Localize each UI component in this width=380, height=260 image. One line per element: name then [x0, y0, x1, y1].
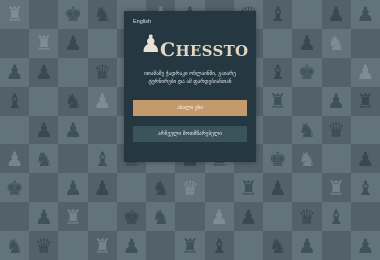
board-square — [263, 202, 293, 232]
board-square — [292, 0, 322, 29]
settings-button[interactable]: არჩეული მოთმწარებელი — [133, 126, 247, 142]
chessto-logo: ♟ CHESSTO — [140, 30, 248, 61]
board-square — [58, 231, 88, 260]
board-square — [263, 28, 293, 58]
board-square — [29, 173, 59, 203]
board-square: ♟ — [58, 28, 88, 58]
logo-initial: C — [160, 39, 176, 61]
pawn-icon: ♟ — [140, 30, 162, 58]
start-panel: English ♟ CHESSTO ითამაშე ჭადრაკი ონლაინ… — [124, 11, 256, 162]
board-square — [204, 173, 234, 203]
board-square: ♜ — [29, 28, 59, 58]
board-square — [175, 202, 205, 232]
board-square: ♚ — [116, 202, 147, 232]
board-square: ♞ — [87, 0, 117, 29]
board-square — [263, 115, 293, 145]
board-square: ♚ — [263, 144, 293, 174]
tagline: ითამაშე ჭადრაკი ონლაინში, გაიარე ტურნირე… — [144, 71, 236, 85]
logo-text: CHESSTO — [160, 39, 248, 61]
board-square: ♛ — [175, 173, 205, 203]
board-square — [292, 173, 322, 203]
board-square: ♜ — [263, 86, 293, 116]
board-square — [146, 231, 176, 260]
board-square — [116, 173, 147, 203]
board-square: ♟ — [87, 173, 117, 203]
board-square: ♟ — [321, 86, 351, 116]
board-square — [58, 144, 88, 174]
board-square: ♜ — [175, 231, 205, 260]
board-square — [350, 202, 380, 232]
board-square — [350, 28, 380, 58]
logo-rest: HESSTO — [175, 42, 249, 60]
board-square: ♝ — [321, 202, 351, 232]
board-square — [321, 57, 351, 87]
board-square: ♞ — [263, 231, 293, 260]
board-square: ♟ — [116, 231, 147, 260]
board-square: ♝ — [204, 231, 234, 260]
board-square: ♟ — [350, 0, 380, 29]
board-square: ♟ — [204, 202, 234, 232]
board-square: ♛ — [29, 231, 59, 260]
board-square: ♚ — [292, 57, 322, 87]
board-square: ♟ — [58, 115, 88, 145]
board-square: ♟ — [233, 202, 264, 232]
board-square — [58, 57, 88, 87]
board-square: ♞ — [58, 86, 88, 116]
board-square: ♜ — [0, 0, 30, 29]
new-game-button[interactable]: ახალი ეხი — [133, 100, 247, 116]
board-square — [0, 115, 30, 145]
board-square: ♟ — [263, 173, 293, 203]
language-selector[interactable]: English — [133, 19, 151, 25]
board-square: ♞ — [146, 202, 176, 232]
board-square: ♞ — [146, 173, 176, 203]
board-square: ♟ — [0, 57, 30, 87]
board-square: ♟ — [29, 57, 59, 87]
board-square: ♟ — [321, 0, 351, 29]
board-square: ♜ — [233, 173, 264, 203]
board-square: ♟ — [350, 144, 380, 174]
board-square — [0, 28, 30, 58]
board-square: ♜ — [321, 173, 351, 203]
board-square: ♞ — [321, 28, 351, 58]
board-square — [321, 144, 351, 174]
board-square: ♛ — [292, 202, 322, 232]
board-square: ♜ — [87, 231, 117, 260]
board-square: ♞ — [292, 115, 322, 145]
board-square — [321, 231, 351, 260]
board-square — [29, 0, 59, 29]
board-square — [87, 115, 117, 145]
board-square: ♚ — [0, 173, 30, 203]
board-square: ♞ — [29, 144, 59, 174]
board-square: ♝ — [263, 0, 293, 29]
board-square: ♝ — [0, 86, 30, 116]
board-square: ♟ — [350, 231, 380, 260]
board-square: ♟ — [87, 86, 117, 116]
board-square: ♟ — [292, 231, 322, 260]
board-square: ♟ — [58, 173, 88, 203]
board-square: ♟ — [0, 144, 30, 174]
board-square — [87, 28, 117, 58]
board-square: ♛ — [87, 57, 117, 87]
board-square — [292, 86, 322, 116]
board-square: ♞ — [292, 144, 322, 174]
board-square: ♞ — [0, 231, 30, 260]
board-square: ♟ — [29, 115, 59, 145]
board-square: ♜ — [58, 202, 88, 232]
board-square — [87, 202, 117, 232]
board-square — [29, 86, 59, 116]
board-square — [233, 231, 264, 260]
board-square: ♝ — [87, 144, 117, 174]
board-square: ♝ — [350, 173, 380, 203]
board-square: ♚ — [58, 0, 88, 29]
board-square — [0, 202, 30, 232]
board-square: ♛ — [321, 115, 351, 145]
board-square: ♝ — [263, 57, 293, 87]
board-square — [350, 115, 380, 145]
board-square: ♟ — [350, 57, 380, 87]
board-square: ♟ — [292, 28, 322, 58]
board-square: ♟ — [29, 202, 59, 232]
board-square: ♜ — [350, 86, 380, 116]
